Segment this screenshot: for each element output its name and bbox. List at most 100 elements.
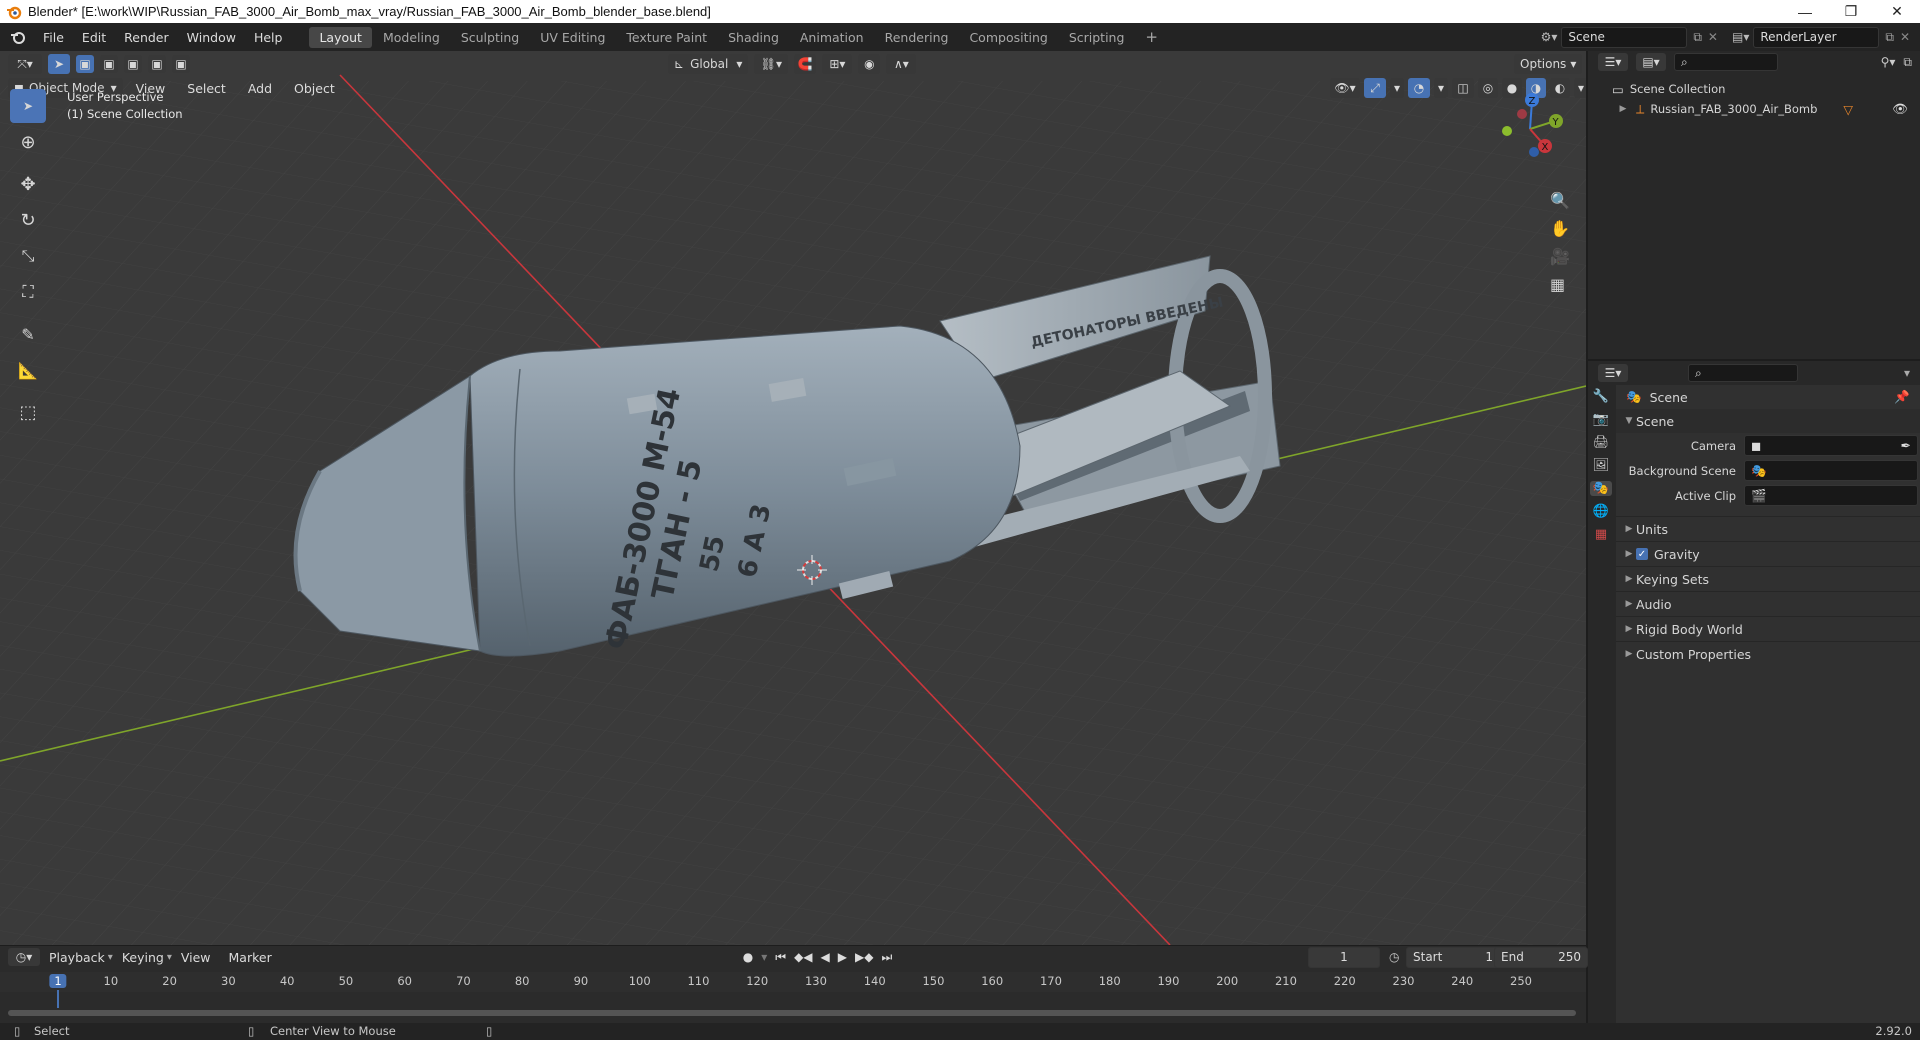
select-box-tool[interactable]: ➤ — [10, 89, 46, 123]
add-cube-tool[interactable]: ⬚ — [10, 395, 46, 429]
pivot-point-button[interactable]: ⛓▾ — [754, 54, 789, 74]
filter-icon[interactable]: ⚲▾ — [1881, 55, 1896, 70]
proportional-edit-button[interactable]: ◉ — [858, 54, 881, 74]
tab-sculpting[interactable]: Sculpting — [451, 27, 529, 48]
scene-tab-icon[interactable]: 🎭 — [1589, 481, 1613, 496]
shading-dropdown-icon[interactable]: ▾ — [1574, 78, 1586, 98]
outliner-object-row[interactable]: ▶ ⟂ Russian_FAB_3000_Air_Bomb ▽ 👁 — [1612, 99, 1920, 119]
tool-tab-icon[interactable]: 🔧 — [1593, 389, 1609, 404]
remove-renderlayer-icon[interactable]: ✕ — [1900, 30, 1910, 44]
add-workspace-button[interactable]: + — [1135, 25, 1168, 49]
gizmo-neg-z-icon[interactable] — [1529, 147, 1539, 157]
outliner-root-row[interactable]: ▭ Scene Collection — [1612, 79, 1920, 99]
tab-animation[interactable]: Animation — [790, 27, 874, 48]
properties-search-input[interactable]: ⌕ — [1688, 364, 1798, 382]
frame-ruler[interactable]: 1 10 20 30 40 50 60 70 80 90 100 110 120 130 140 150 160… — [0, 972, 1586, 992]
jump-end-icon[interactable]: ⏭ — [881, 950, 892, 965]
panel-gravity[interactable]: ▶ ✓ Gravity — [1616, 541, 1920, 566]
world-tab-icon[interactable]: 🌐 — [1593, 504, 1609, 519]
outliner-search-input[interactable]: ⌕ — [1674, 53, 1778, 71]
timeline-menu-marker[interactable]: Marker — [220, 950, 281, 965]
new-collection-icon[interactable]: ⧉ — [1903, 55, 1912, 70]
snap-target-button[interactable]: ⊞▾ — [822, 54, 853, 74]
record-icon[interactable]: ● — [743, 950, 753, 965]
scene-field[interactable]: Scene — [1561, 26, 1688, 48]
viewport-menu-select[interactable]: Select — [178, 81, 235, 96]
gizmo-toggle-icon[interactable]: ⤢ — [1364, 78, 1386, 98]
gravity-checkbox[interactable]: ✓ — [1636, 548, 1648, 560]
timeline-editor[interactable]: ◷▾ Playback ▾ Keying ▾ View Marker ● ▾ ⏮ ◆… — [0, 946, 1588, 1023]
maximize-button[interactable]: ❐ — [1828, 0, 1874, 23]
falloff-button[interactable]: ∧▾ — [886, 54, 917, 74]
display-mode-button[interactable]: ▤▾ — [1636, 53, 1666, 71]
panel-keying-sets[interactable]: ▶ Keying Sets — [1616, 566, 1920, 591]
outliner-editor[interactable]: ☰▾ ▤▾ ⌕ ⚲▾ ⧉ ▭ Scene Collection ▶ ⟂ Russ… — [1588, 51, 1920, 359]
mesh-data-icon[interactable]: ▽ — [1843, 102, 1853, 117]
properties-editor[interactable]: ☰▾ ⌕ ▾ 🔧 📷 🖨 🖼 🎭 🌐 ▦ 🎭 Scene 📌 ▼ Scene C… — [1588, 361, 1920, 1023]
panel-audio[interactable]: ▶ Audio — [1616, 591, 1920, 616]
menu-window[interactable]: Window — [178, 30, 245, 45]
expand-triangle-icon[interactable]: ▶ — [1616, 104, 1630, 114]
gizmo-neg-y-icon[interactable] — [1502, 126, 1512, 136]
tab-texture-paint[interactable]: Texture Paint — [616, 27, 717, 48]
properties-editor-type-button[interactable]: ☰▾ — [1598, 364, 1628, 382]
tab-scripting[interactable]: Scripting — [1059, 27, 1135, 48]
xray-toggle-icon[interactable]: ◫ — [1452, 78, 1474, 98]
active-clip-field[interactable]: 🎬 — [1744, 485, 1918, 506]
cursor-tool[interactable]: ⊕ — [10, 125, 46, 159]
eye-visibility-icon[interactable]: 👁 — [1892, 101, 1908, 117]
menu-help[interactable]: Help — [245, 30, 292, 45]
panel-custom-properties[interactable]: ▶ Custom Properties — [1616, 641, 1920, 666]
timeline-scrollbar[interactable] — [8, 1010, 1576, 1016]
select-box-invert-icon[interactable]: ▣ — [148, 55, 166, 73]
select-box-extend-icon[interactable]: ▣ — [100, 55, 118, 73]
start-frame-field[interactable]: Start 1 — [1406, 946, 1500, 968]
prev-keyframe-icon[interactable]: ◆◀ — [794, 950, 812, 965]
next-keyframe-icon[interactable]: ▶◆ — [855, 950, 873, 965]
camera-view-icon[interactable]: 🎥 — [1550, 247, 1570, 266]
end-frame-field[interactable]: End 250 — [1494, 946, 1588, 968]
timeline-editor-type-button[interactable]: ◷▾ — [8, 948, 40, 966]
timeline-menu-view[interactable]: View — [172, 950, 220, 965]
pan-hand-icon[interactable]: ✋ — [1550, 219, 1570, 238]
rotate-tool[interactable]: ↻ — [10, 203, 46, 237]
renderlayer-icon[interactable]: ▤▾ — [1732, 30, 1749, 44]
zoom-icon[interactable]: 🔍 — [1550, 191, 1570, 210]
viewport-menu-object[interactable]: Object — [285, 81, 344, 96]
scale-tool[interactable]: ⤡ — [10, 239, 46, 273]
overlays-dropdown-icon[interactable]: ▾ — [1434, 78, 1448, 98]
scene-selector-icon[interactable]: ⚙▾ — [1541, 30, 1558, 44]
output-tab-icon[interactable]: 🖨 — [1593, 435, 1610, 450]
tab-shading[interactable]: Shading — [718, 27, 789, 48]
play-icon[interactable]: ▶ — [838, 950, 847, 965]
scene-panel-header[interactable]: ▼ Scene — [1616, 409, 1920, 433]
viewport-menu-add[interactable]: Add — [239, 81, 281, 96]
navigation-gizmo[interactable]: Z Y X — [1490, 89, 1570, 159]
overlays-toggle-icon[interactable]: ◔ — [1408, 78, 1430, 98]
record-options-icon[interactable]: ▾ — [761, 950, 767, 965]
tab-layout[interactable]: Layout — [309, 26, 372, 48]
texture-tab-icon[interactable]: ▦ — [1595, 527, 1607, 542]
camera-field[interactable]: ◼ ✒ — [1744, 435, 1918, 456]
tab-rendering[interactable]: Rendering — [875, 27, 959, 48]
select-box-subtract-icon[interactable]: ▣ — [124, 55, 142, 73]
play-reverse-icon[interactable]: ◀ — [821, 950, 830, 965]
background-scene-field[interactable]: 🎭 — [1744, 460, 1918, 481]
renderlayer-field[interactable]: RenderLayer — [1753, 26, 1880, 48]
pin-icon[interactable]: 📌 — [1894, 389, 1910, 405]
jump-start-icon[interactable]: ⏮ — [775, 950, 786, 965]
tab-uv-editing[interactable]: UV Editing — [530, 27, 615, 48]
timeline-menu-keying[interactable]: Keying — [113, 950, 173, 965]
annotate-tool[interactable]: ✎ — [10, 317, 46, 351]
view-layer-tab-icon[interactable]: 🖼 — [1593, 458, 1610, 473]
transform-orientation-dropdown[interactable]: ⊾ Global ▾ — [668, 54, 749, 74]
options-dropdown[interactable]: Options ▾ — [1514, 54, 1583, 74]
visibility-toggle-icon[interactable]: 👁▾ — [1330, 78, 1360, 98]
panel-rigid-body-world[interactable]: ▶ Rigid Body World — [1616, 616, 1920, 641]
eyedropper-icon[interactable]: ✒ — [1901, 438, 1911, 453]
tab-compositing[interactable]: Compositing — [959, 27, 1057, 48]
select-box-intersect-icon[interactable]: ▣ — [172, 55, 190, 73]
render-tab-icon[interactable]: 📷 — [1593, 412, 1609, 427]
menu-edit[interactable]: Edit — [73, 30, 115, 45]
ortho-grid-icon[interactable]: ▦ — [1550, 275, 1570, 294]
